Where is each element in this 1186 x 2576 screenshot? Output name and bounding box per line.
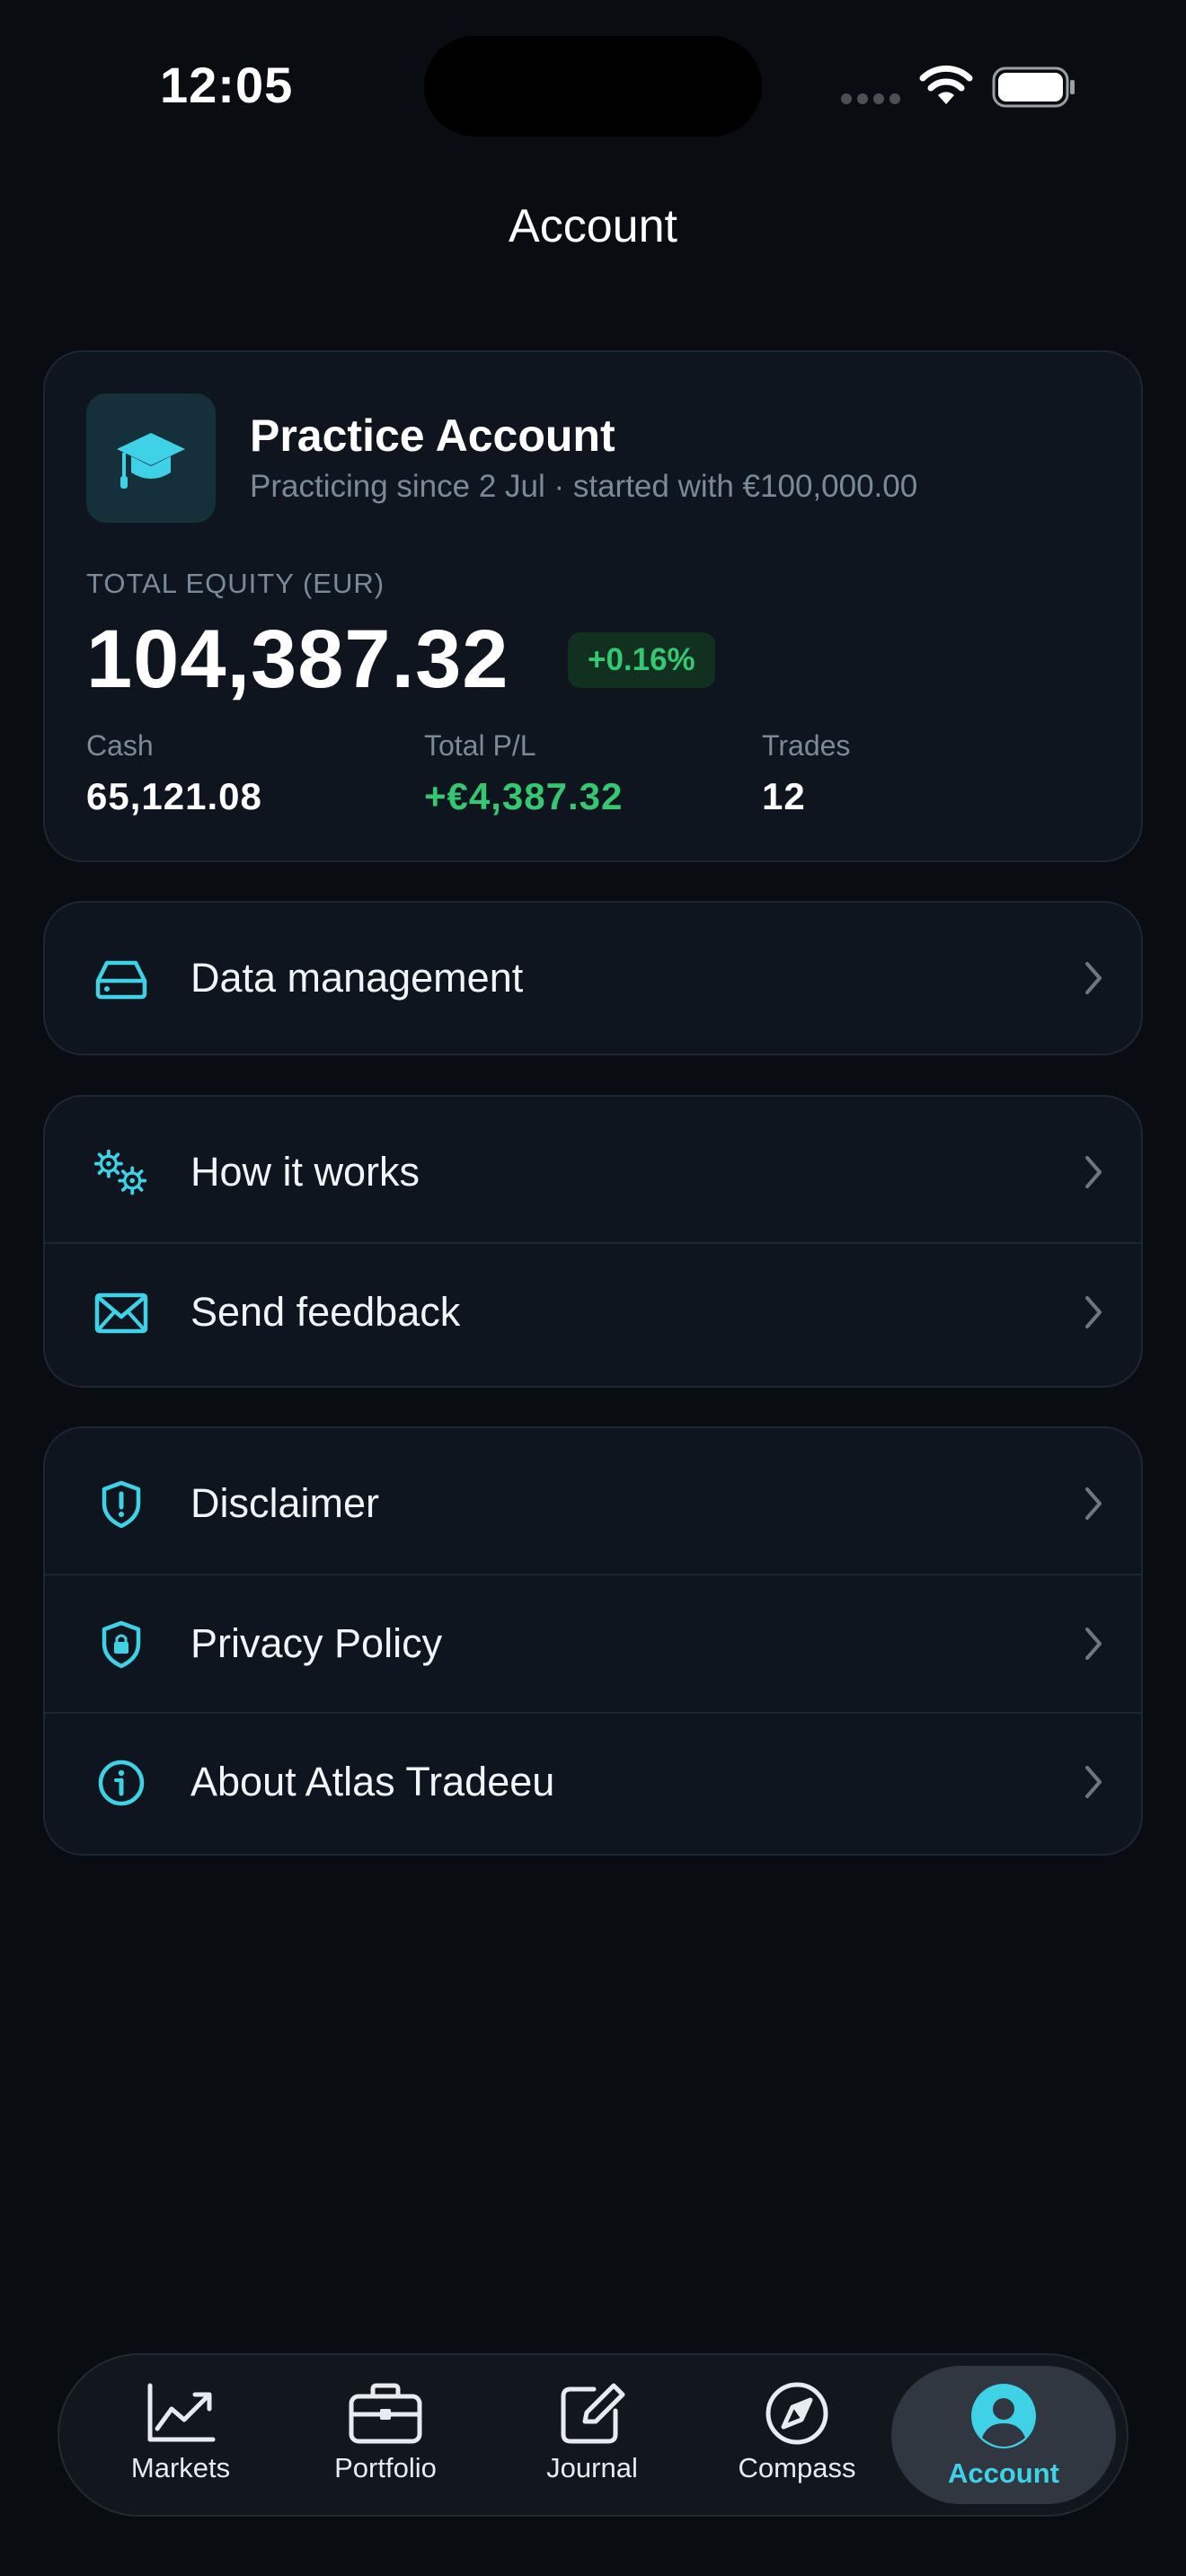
tab-portfolio-label: Portfolio [334, 2452, 437, 2483]
cash-stat: Cash 65,121.08 [86, 729, 262, 818]
pnl-value: +€4,387.32 [424, 775, 624, 817]
wifi-icon [919, 65, 973, 104]
chevron-right-icon [1085, 1487, 1102, 1520]
cash-value: 65,121.08 [86, 775, 262, 817]
tab-journal-label: Journal [546, 2452, 638, 2483]
chevron-right-icon [1085, 1156, 1102, 1188]
tab-compass[interactable]: Compass [694, 2355, 900, 2515]
tab-markets[interactable]: Markets [77, 2355, 284, 2515]
help-card: How it works Send feedback [43, 1095, 1143, 1388]
about-row[interactable]: About Atlas Tradeeu [45, 1714, 1141, 1850]
account-name: Practice Account [250, 410, 615, 461]
tab-journal[interactable]: Journal [489, 2355, 695, 2515]
disclaimer-label: Disclaimer [190, 1480, 380, 1526]
tab-account[interactable]: Account [891, 2366, 1116, 2504]
drive-icon [93, 951, 149, 1007]
trades-label: Trades [762, 729, 851, 762]
data-management-row[interactable]: Data management [45, 910, 1141, 1046]
how-it-works-label: How it works [190, 1149, 420, 1195]
tab-account-label: Account [948, 2457, 1059, 2489]
compass-icon [766, 2382, 828, 2445]
briefcase-icon [349, 2383, 422, 2444]
equity-value: 104,387.32 [86, 613, 509, 705]
shield-lock-icon [93, 1617, 149, 1672]
tab-bar: Markets Portfolio Journal Compass Accoun… [58, 2353, 1128, 2517]
tab-compass-label: Compass [738, 2452, 856, 2483]
chevron-right-icon [1085, 962, 1102, 994]
tab-portfolio[interactable]: Portfolio [282, 2355, 489, 2515]
trades-value: 12 [762, 775, 806, 817]
status-time: 12:05 [160, 57, 294, 113]
privacy-policy-row[interactable]: Privacy Policy [45, 1575, 1141, 1712]
account-subtitle: Practicing since 2 Jul · started with €1… [250, 469, 918, 504]
privacy-policy-label: Privacy Policy [190, 1620, 443, 1666]
equity-label: TOTAL EQUITY (EUR) [86, 568, 385, 599]
graduation-cap-icon [86, 393, 216, 523]
envelope-icon [93, 1285, 149, 1341]
pnl-stat: Total P/L +€4,387.32 [424, 729, 623, 818]
send-feedback-label: Send feedback [190, 1289, 461, 1335]
info-icon [93, 1755, 149, 1811]
dynamic-island [424, 36, 762, 137]
about-label: About Atlas Tradeeu [190, 1759, 555, 1804]
legal-card: Disclaimer Privacy Policy About Atlas Tr… [43, 1426, 1143, 1856]
how-it-works-row[interactable]: How it works [45, 1104, 1141, 1240]
pnl-label: Total P/L [424, 729, 536, 762]
gears-icon [93, 1145, 149, 1201]
equity-change-badge: +0.16% [568, 632, 715, 688]
chevron-right-icon [1085, 1766, 1102, 1798]
chart-icon [147, 2383, 216, 2442]
shield-exclamation-icon [93, 1477, 149, 1532]
edit-icon [561, 2383, 625, 2444]
battery-icon [992, 66, 1075, 108]
data-card: Data management [43, 901, 1143, 1055]
chevron-right-icon [1085, 1628, 1102, 1660]
page-title: Account [509, 200, 677, 252]
person-icon [971, 2384, 1036, 2448]
trades-stat: Trades 12 [762, 729, 850, 818]
cash-label: Cash [86, 729, 154, 762]
account-summary-card: Practice Account Practicing since 2 Jul … [43, 350, 1143, 862]
account-screen: 12:05 Account Practice Account Practicin… [0, 0, 1186, 2576]
disclaimer-row[interactable]: Disclaimer [45, 1435, 1141, 1572]
tab-markets-label: Markets [130, 2452, 231, 2483]
chevron-right-icon [1085, 1296, 1102, 1328]
data-management-label: Data management [190, 955, 524, 1001]
cellular-signal-icon [841, 93, 900, 104]
send-feedback-row[interactable]: Send feedback [45, 1244, 1141, 1381]
